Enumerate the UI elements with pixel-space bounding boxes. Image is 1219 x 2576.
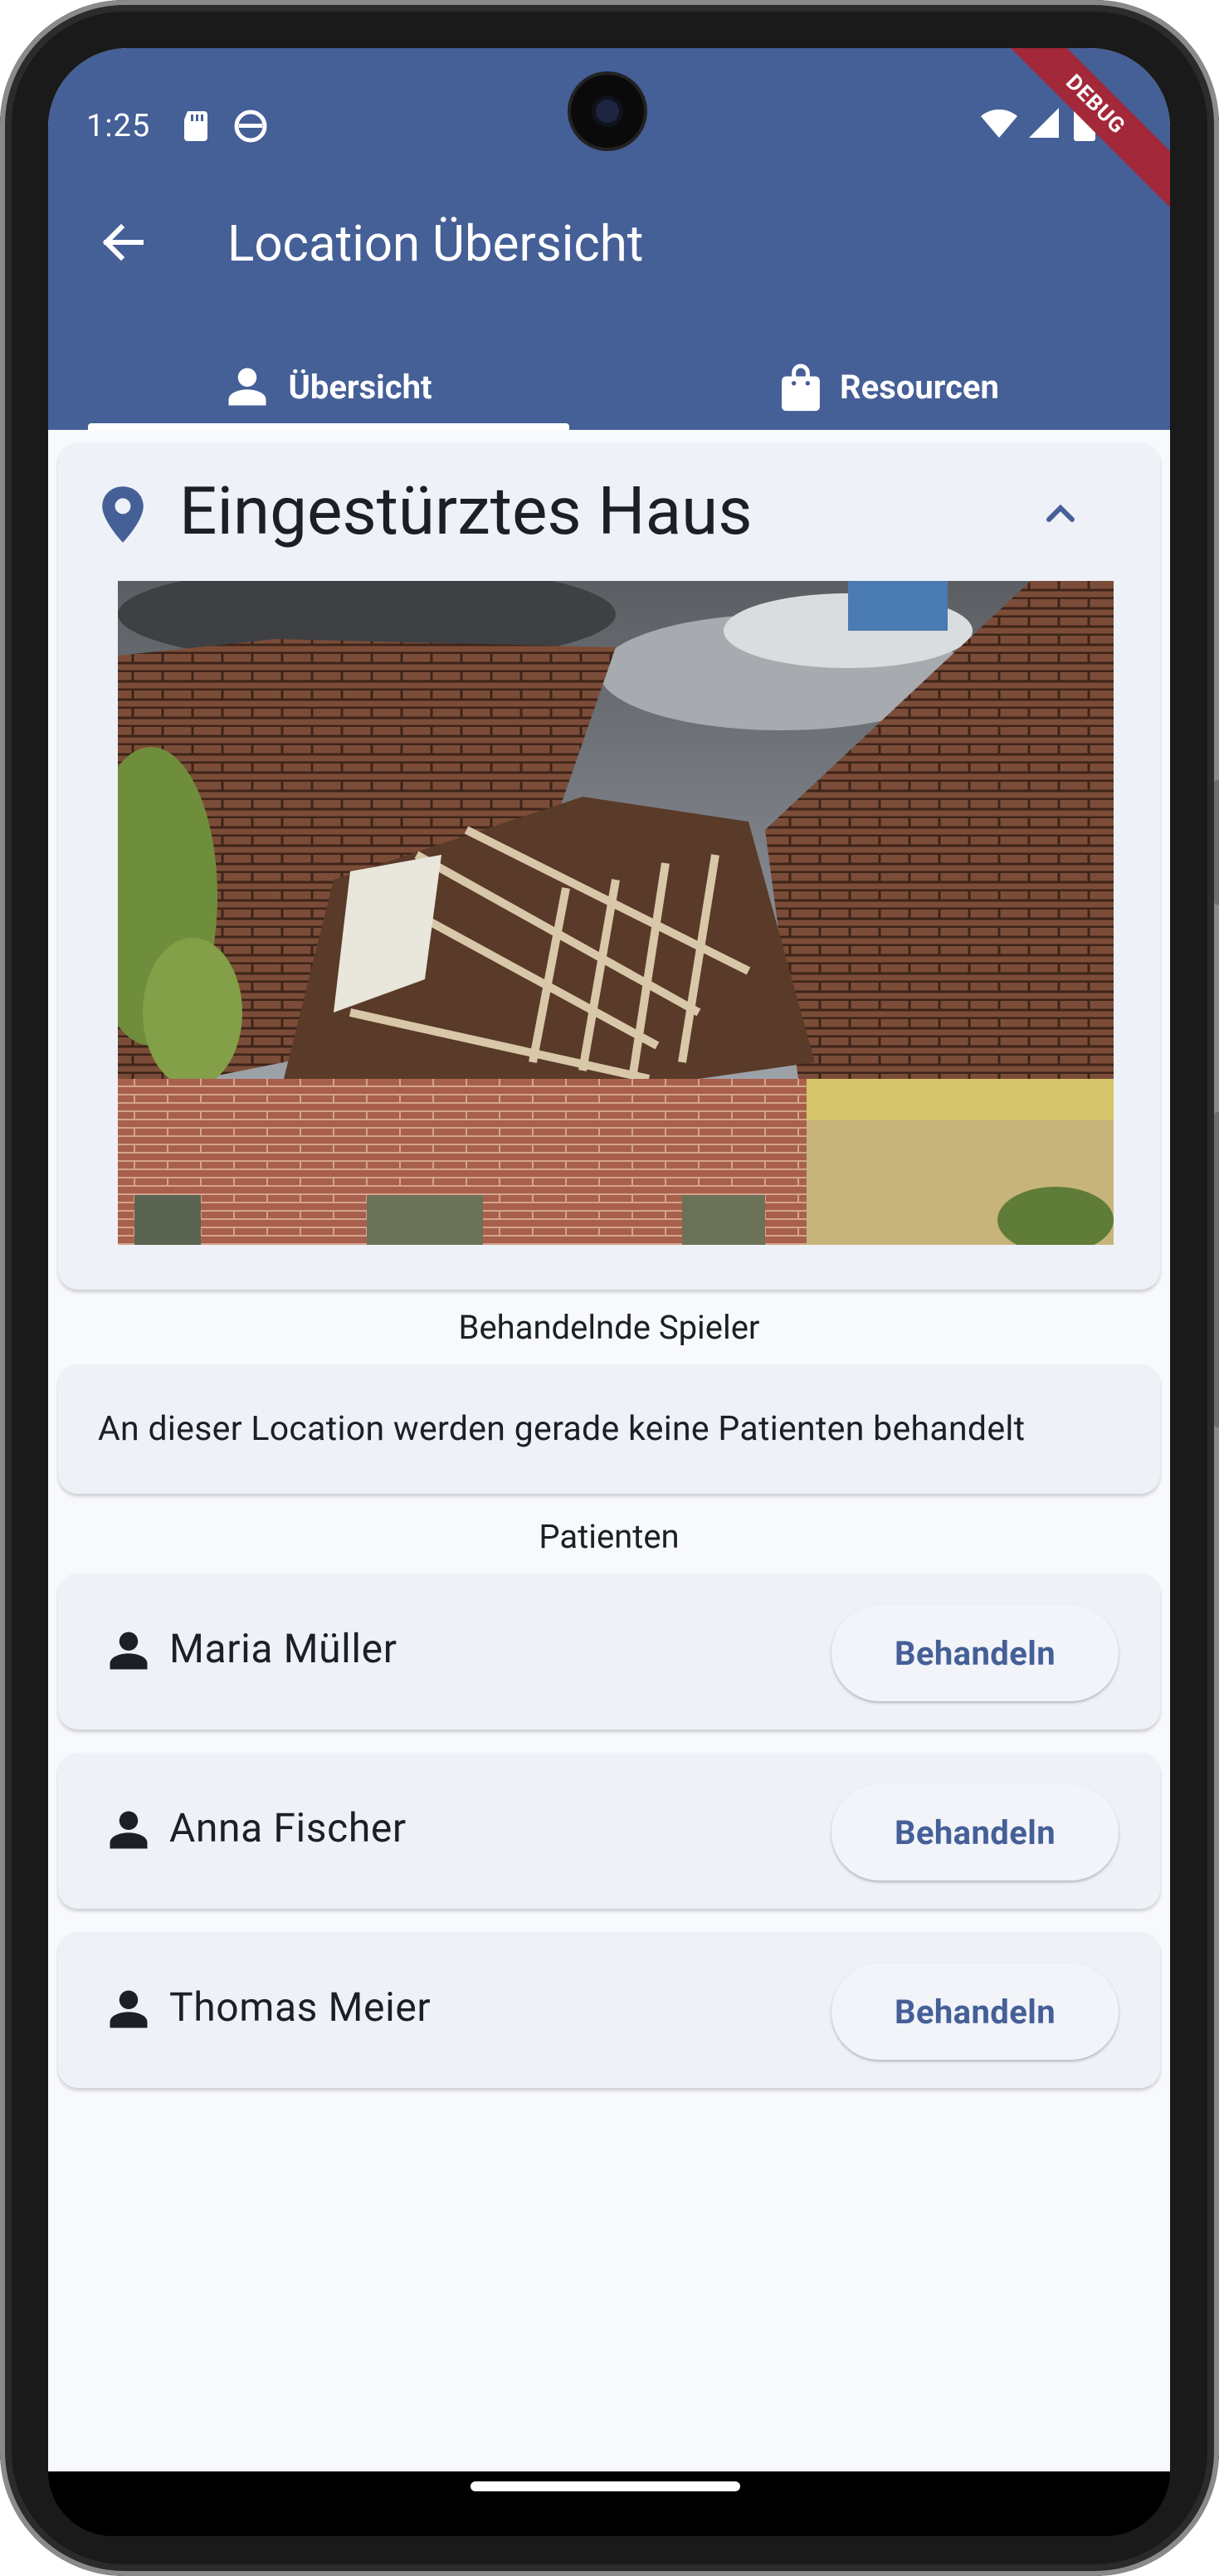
tab-uebersicht[interactable]: Übersicht bbox=[88, 344, 569, 430]
status-time: 1:25 bbox=[86, 108, 151, 144]
treat-button[interactable]: Behandeln bbox=[831, 1964, 1119, 2060]
power-button bbox=[1214, 1112, 1219, 1427]
patient-name: Anna Fischer bbox=[169, 1804, 407, 1852]
tab-indicator bbox=[88, 423, 569, 430]
sd-card-icon bbox=[184, 111, 207, 141]
tab-label: Übersicht bbox=[288, 367, 432, 407]
back-arrow-icon[interactable] bbox=[91, 211, 154, 274]
patients-heading: Patienten bbox=[539, 1517, 680, 1556]
front-camera bbox=[571, 75, 644, 148]
page-title: Location Übersicht bbox=[227, 214, 644, 273]
signal-icon bbox=[1029, 108, 1059, 138]
person-icon bbox=[110, 1632, 148, 1670]
patient-name: Thomas Meier bbox=[169, 1983, 432, 2031]
location-pin-icon bbox=[102, 486, 144, 543]
tab-label: Resourcen bbox=[840, 367, 999, 407]
treating-players-heading: Behandelnde Spieler bbox=[458, 1308, 760, 1347]
volume-button bbox=[1214, 780, 1219, 905]
person-icon bbox=[110, 1811, 148, 1849]
phone-frame: 1:25 DEBUG Location Übersicht Übersicht … bbox=[0, 0, 1219, 2576]
no-patients-message: An dieser Location werden gerade keine P… bbox=[98, 1409, 1026, 1449]
treat-button[interactable]: Behandeln bbox=[831, 1784, 1119, 1881]
collapsed-house-photo bbox=[118, 581, 1114, 1245]
wifi-icon bbox=[981, 109, 1017, 138]
person-icon bbox=[225, 364, 270, 409]
treat-button[interactable]: Behandeln bbox=[831, 1605, 1119, 1701]
android-face-icon bbox=[234, 110, 267, 143]
tab-resourcen[interactable]: Resourcen bbox=[649, 344, 1130, 430]
home-indicator[interactable] bbox=[471, 2481, 740, 2491]
screen: 1:25 DEBUG Location Übersicht Übersicht … bbox=[48, 48, 1170, 2471]
location-title: Eingestürztes Haus bbox=[179, 472, 753, 550]
patient-name: Maria Müller bbox=[169, 1625, 397, 1672]
person-icon bbox=[110, 1990, 148, 2028]
chevron-up-icon[interactable] bbox=[1036, 488, 1085, 538]
shopping-bag-icon bbox=[780, 362, 822, 412]
